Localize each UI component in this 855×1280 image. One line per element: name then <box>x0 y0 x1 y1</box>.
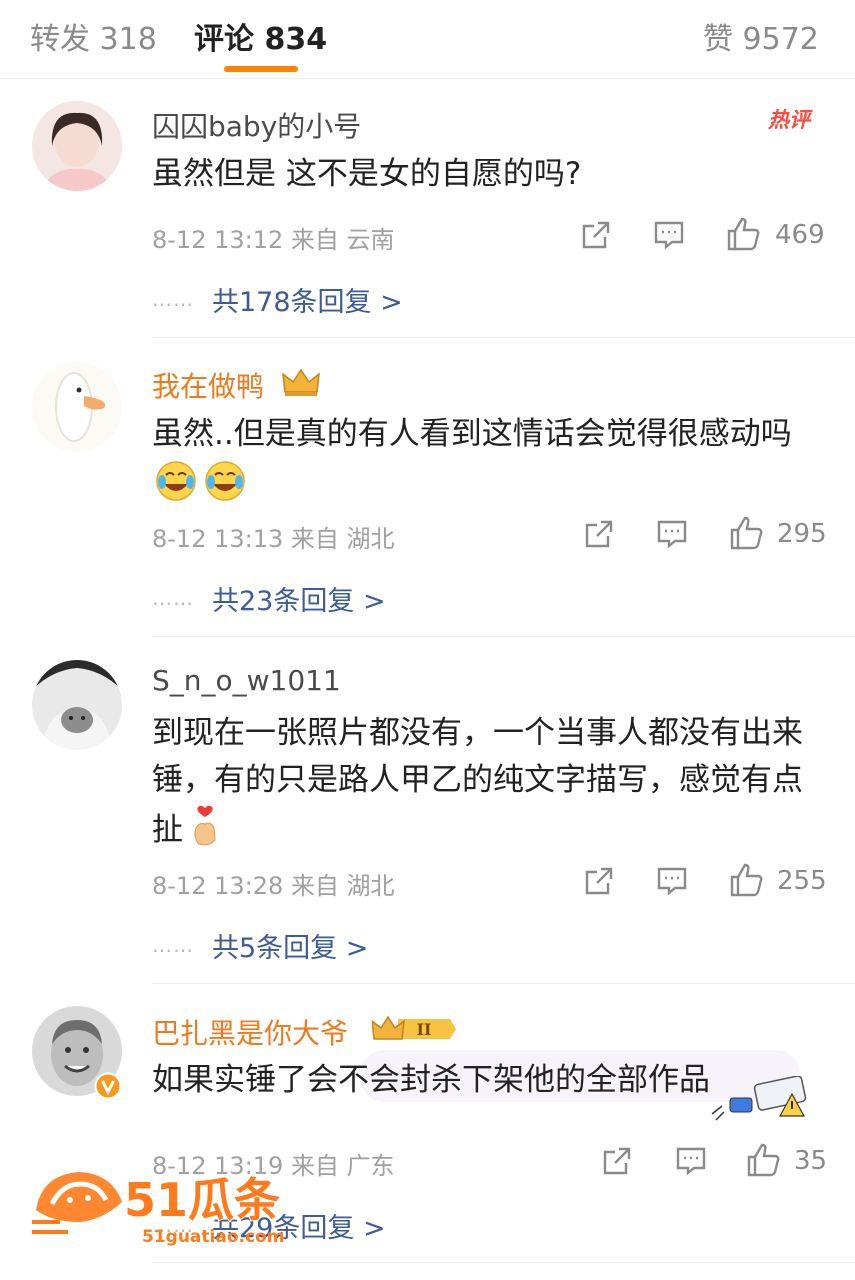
comment-icon[interactable] <box>674 1144 708 1178</box>
replies-link[interactable]: ⋯⋯ 共5条回复 > <box>152 926 368 965</box>
avatar[interactable] <box>32 362 122 452</box>
laugh-cry-emoji <box>204 460 246 502</box>
reply-dots: ⋯⋯ <box>152 291 194 316</box>
divider <box>152 983 855 984</box>
replies-link[interactable]: ⋯⋯ 共23条回复 > <box>152 579 386 618</box>
watermark-url: 51guatiao.com <box>142 1227 284 1247</box>
comment-text: 到现在一张照片都没有，一个当事人都没有出来锤，有的只是路人甲乙的纯文字描写，感觉… <box>152 710 822 854</box>
share-icon[interactable] <box>582 517 616 551</box>
like-count: 35 <box>794 1146 828 1176</box>
verified-badge-icon <box>94 1072 122 1100</box>
username[interactable]: 巴扎黑是你大爷 <box>152 1012 348 1052</box>
hot-comment-badge: 热评 <box>768 108 810 132</box>
comment-text: 虽然..但是真的有人看到这情话会觉得很感动吗 <box>152 416 792 452</box>
replies-label[interactable]: 共178条回复 > <box>212 287 403 318</box>
username[interactable]: 我在做鸭 <box>152 365 264 405</box>
crown-badge-icon <box>281 366 321 398</box>
comment-meta: 8-12 13:12 来自 云南 <box>152 226 395 254</box>
comment-tabs: 转发 318 评论 834 赞 9572 <box>0 0 855 79</box>
watermark-brand: 51瓜条 <box>124 1173 280 1227</box>
username[interactable]: 囚囚baby的小号 <box>152 105 361 145</box>
tab-comments[interactable]: 评论 834 <box>194 14 327 58</box>
like-icon[interactable] <box>729 862 763 897</box>
comment-icon[interactable] <box>655 517 689 551</box>
like-count: 469 <box>775 220 825 250</box>
divider <box>152 337 855 338</box>
divider <box>152 636 855 637</box>
comment-text-content: 到现在一张照片都没有，一个当事人都没有出来锤，有的只是路人甲乙的纯文字描写，感觉… <box>152 715 803 848</box>
like-icon[interactable] <box>729 515 763 550</box>
laugh-cry-emoji <box>155 460 197 502</box>
vip-level-badge-icon: II <box>371 1013 458 1045</box>
active-tab-indicator <box>224 66 298 72</box>
avatar[interactable] <box>32 660 122 750</box>
comment-icon[interactable] <box>655 864 689 898</box>
tab-repost[interactable]: 转发 318 <box>30 14 157 58</box>
comment-meta: 8-12 13:13 来自 湖北 <box>152 525 395 553</box>
comment-icon[interactable] <box>652 218 686 252</box>
like-count: 255 <box>777 866 827 896</box>
avatar[interactable] <box>32 101 122 191</box>
replies-link[interactable]: ⋯⋯ 共178条回复 > <box>152 280 403 319</box>
reply-dots: ⋯⋯ <box>152 590 194 615</box>
comment-text: 虽然但是 这不是女的自愿的吗? <box>152 156 582 192</box>
tab-likes[interactable]: 赞 9572 <box>703 14 819 58</box>
replies-label[interactable]: 共23条回复 > <box>212 586 386 617</box>
keyboard-sticker-icon <box>708 1075 814 1122</box>
comment-meta: 8-12 13:28 来自 湖北 <box>152 872 395 900</box>
site-watermark: 51瓜条 51guatiao.com <box>32 1162 362 1252</box>
like-icon[interactable] <box>726 216 760 251</box>
share-icon[interactable] <box>579 218 613 252</box>
replies-label[interactable]: 共5条回复 > <box>212 933 368 964</box>
finger-heart-emoji <box>187 804 223 848</box>
share-icon[interactable] <box>600 1144 634 1178</box>
username[interactable]: S_n_o_w1011 <box>152 664 341 697</box>
like-count: 295 <box>777 519 827 549</box>
like-icon[interactable] <box>746 1142 780 1177</box>
share-icon[interactable] <box>582 864 616 898</box>
divider <box>152 1262 855 1263</box>
reply-dots: ⋯⋯ <box>152 937 194 962</box>
vip-level: II <box>417 1020 432 1039</box>
